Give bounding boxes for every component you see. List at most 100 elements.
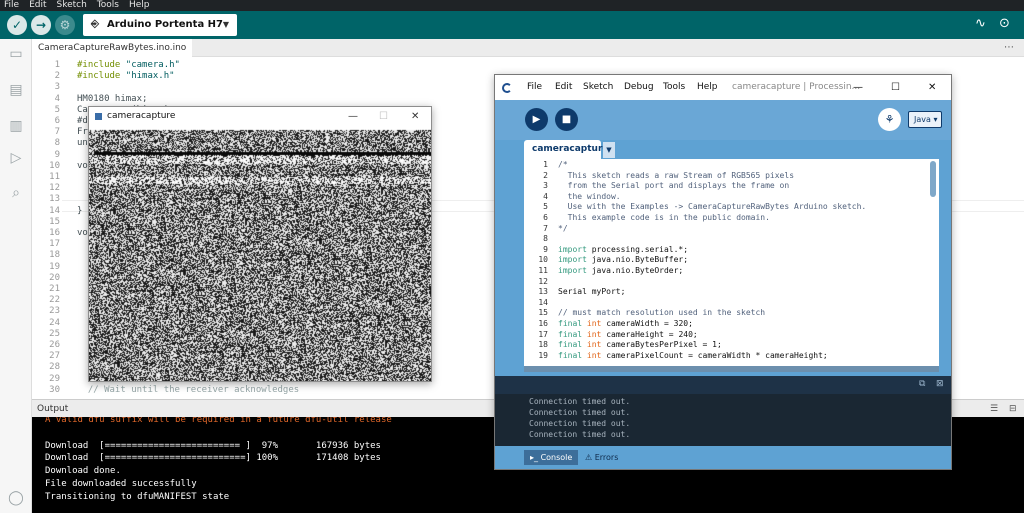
library-icon[interactable]: ▥	[7, 117, 25, 135]
upload-button[interactable]: →	[31, 15, 51, 35]
p-code-line: import processing.serial.*;	[558, 244, 689, 254]
vertical-scrollbar[interactable]	[930, 161, 936, 197]
menu-edit[interactable]: Edit	[29, 0, 46, 11]
p-menu-file[interactable]: File	[527, 75, 542, 100]
folder-icon[interactable]: ▭	[7, 45, 25, 63]
output-line: Transitioning to dfuMANIFEST state	[45, 491, 230, 502]
search-icon[interactable]: ⌕	[7, 184, 25, 202]
p-line-number: 18	[538, 340, 548, 350]
check-icon: ✓	[11, 18, 23, 32]
p-line-number: 15	[538, 308, 548, 318]
account-icon[interactable]: ◯	[7, 489, 25, 507]
more-icon[interactable]: ⋯	[1004, 39, 1014, 57]
code-line: // Wait until the receiver acknowledges	[87, 384, 300, 395]
menu-file[interactable]: File	[4, 0, 19, 11]
output-line: A valid dfu suffix will be required in a…	[45, 417, 392, 425]
line-number: 24	[49, 317, 60, 328]
p-menu-help[interactable]: Help	[697, 75, 718, 100]
copy-console-icon[interactable]: ⧉	[919, 379, 925, 389]
console-line: Connection timed out.	[529, 430, 631, 439]
serial-plotter-icon[interactable]: ∿	[975, 16, 986, 31]
p-code-line: final int cameraBytesPerPixel = 1;	[558, 340, 722, 350]
file-tab-strip: CameraCaptureRawBytes.ino.ino ⋯	[32, 39, 1024, 57]
board-selector[interactable]: ⎆ Arduino Portenta H7 ▼	[83, 14, 237, 36]
p-line-number: 11	[538, 266, 548, 275]
ide-menubar: File Edit Sketch Tools Help	[0, 0, 1024, 11]
console-line: Connection timed out.	[529, 397, 631, 406]
menu-tools[interactable]: Tools	[97, 0, 119, 11]
processing-code-editor[interactable]: 1 /* 2 This sketch reads a raw Stream of R…	[524, 159, 939, 366]
butterfly-icon: ⚘	[884, 113, 895, 126]
minimize-icon[interactable]: —	[348, 107, 358, 126]
processing-toolbar: ▶ ■ ⚘ Java ▾	[495, 100, 951, 140]
code-line: #include "camera.h"	[77, 60, 180, 70]
p-line-number: 13	[538, 287, 548, 297]
clear-output-icon[interactable]: ☰	[990, 400, 998, 418]
run-button[interactable]: ▶	[525, 108, 548, 131]
p-code-line: import java.nio.ByteBuffer;	[558, 255, 689, 265]
horizontal-scrollbar[interactable]	[524, 366, 939, 372]
line-number: 12	[49, 183, 60, 194]
line-number: 29	[49, 373, 60, 384]
file-tab[interactable]: CameraCaptureRawBytes.ino.ino	[32, 39, 193, 57]
errors-tab[interactable]: ⚠ Errors	[579, 450, 624, 465]
p-line-number: 12	[538, 276, 548, 286]
line-number: 6	[54, 116, 60, 126]
sketch-tab[interactable]: cameracapture	[524, 140, 609, 159]
line-number: 28	[49, 362, 60, 373]
line-number: 9	[54, 149, 60, 160]
clear-console-icon[interactable]: ⊠	[936, 379, 944, 389]
p-menu-debug[interactable]: Debug	[624, 75, 654, 100]
line-number: 3	[54, 82, 60, 93]
stop-icon: ■	[561, 114, 572, 125]
p-menu-tools[interactable]: Tools	[663, 75, 685, 100]
console-tab[interactable]: ▸_ Console	[524, 450, 579, 465]
line-number: 27	[49, 351, 60, 362]
verify-button[interactable]: ✓	[7, 15, 27, 35]
serial-monitor-icon[interactable]: ⊙	[999, 16, 1010, 31]
line-number: 26	[49, 340, 60, 350]
p-code-line: This sketch reads a raw Stream of RGB565…	[558, 170, 795, 180]
line-number: 5	[54, 104, 60, 115]
menu-sketch[interactable]: Sketch	[57, 0, 87, 11]
processing-menubar: File Edit Sketch Debug Tools Help camera…	[495, 75, 951, 100]
camera-window-titlebar[interactable]: cameracapture — ☐ ✕	[89, 107, 431, 126]
p-line-number: 6	[543, 213, 548, 222]
p-code-line: // must match resolution used in the ske…	[558, 308, 766, 318]
stop-button[interactable]: ■	[555, 108, 578, 131]
p-menu-sketch[interactable]: Sketch	[583, 75, 613, 100]
p-line-number: 16	[538, 319, 548, 328]
output-line: Download [==========================] 10…	[45, 453, 381, 464]
p-menu-edit[interactable]: Edit	[555, 75, 572, 100]
line-number: 2	[54, 71, 60, 82]
debugger-button[interactable]: ⚘	[878, 108, 901, 131]
code-line: HM0180 himax;	[77, 93, 148, 104]
output-line: File downloaded successfully	[45, 479, 197, 489]
line-number: 1	[54, 60, 60, 70]
mode-selector[interactable]: Java ▾	[908, 111, 942, 128]
menu-help[interactable]: Help	[129, 0, 150, 11]
p-line-number: 2	[543, 170, 548, 180]
board-manager-icon[interactable]: ▤	[7, 81, 25, 99]
p-code-line: */	[558, 223, 568, 233]
debug-run-icon[interactable]: ▷	[7, 149, 25, 167]
line-number: 20	[49, 272, 60, 283]
play-icon: ▶	[532, 114, 541, 125]
code-line: #include "himax.h"	[77, 71, 175, 82]
p-line-number: 5	[543, 202, 548, 212]
line-number: 30	[49, 384, 60, 395]
maximize-icon[interactable]: ☐	[379, 107, 388, 126]
line-number: 17	[49, 239, 60, 250]
console-header: ⧉ ⊠	[495, 376, 951, 394]
processing-console: Connection timed out. Connection timed ou…	[495, 394, 951, 446]
debug-button[interactable]: ⚙	[55, 15, 75, 35]
tab-menu-arrow-icon[interactable]: ▼	[603, 142, 615, 158]
p-code-line: /*	[558, 160, 568, 169]
p-close-icon[interactable]: ✕	[928, 75, 936, 100]
close-icon[interactable]: ✕	[411, 107, 419, 126]
close-output-icon[interactable]: ⊟	[1009, 400, 1017, 418]
line-number: 22	[49, 295, 60, 306]
p-maximize-icon[interactable]: ☐	[891, 75, 900, 100]
camera-capture-window: cameracapture — ☐ ✕	[88, 106, 432, 382]
p-minimize-icon[interactable]: —	[853, 75, 863, 100]
